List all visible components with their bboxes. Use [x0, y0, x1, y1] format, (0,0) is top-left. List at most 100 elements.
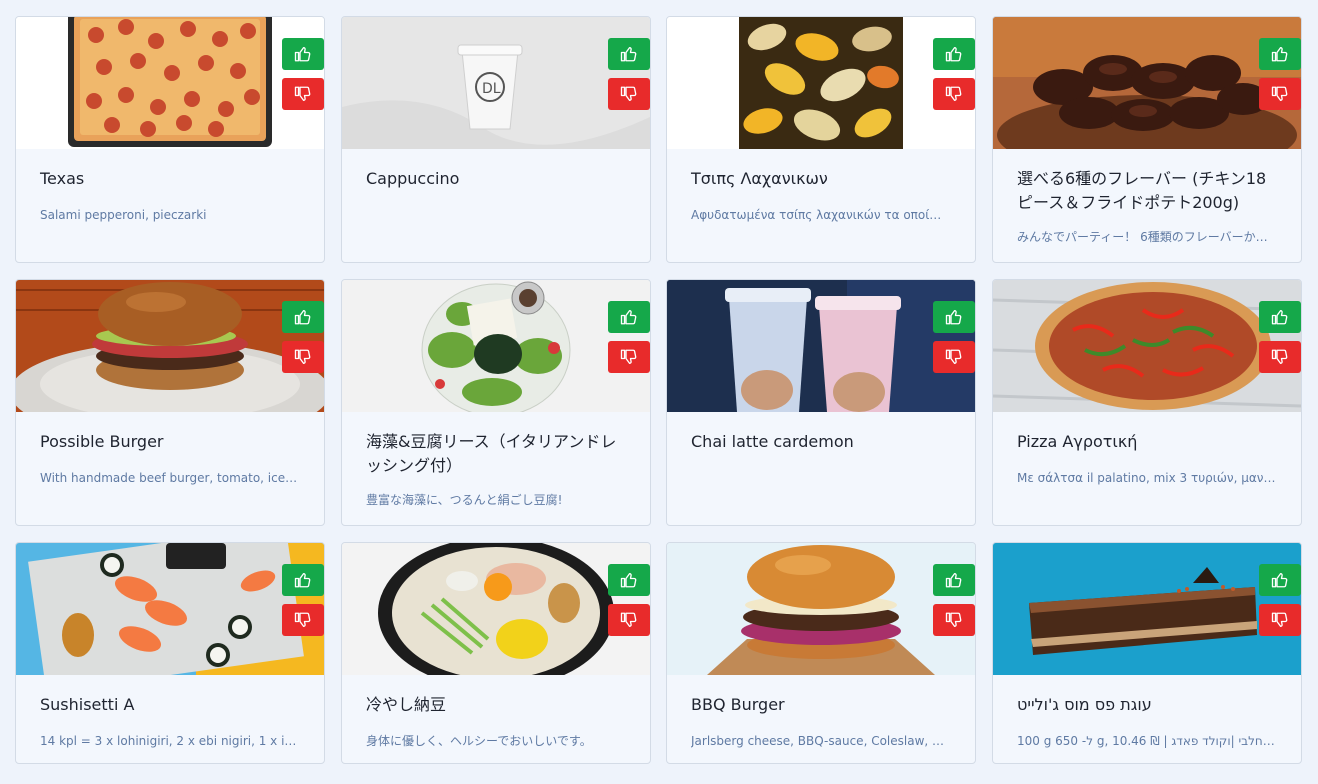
dislike-button[interactable] — [282, 341, 324, 373]
product-image-peppers-pizza — [993, 280, 1301, 412]
product-description: Αφυδατωμένα τσίπς λαχανικών τα οποί… — [691, 208, 942, 222]
product-title: Τσιπς Λαχανικων — [691, 169, 828, 188]
mousse-cake-image — [993, 543, 1301, 675]
like-button[interactable] — [282, 564, 324, 596]
product-card[interactable]: BBQ Burger Jarlsberg cheese, BBQ-sauce, … — [666, 542, 976, 764]
product-title: Pizza Αγροτική — [1017, 432, 1138, 451]
like-button[interactable] — [933, 38, 975, 70]
product-card[interactable]: DL Cappuccino — [341, 16, 651, 263]
dislike-button[interactable] — [608, 78, 650, 110]
sushi-set-image — [16, 543, 324, 675]
thumbs-up-icon — [294, 46, 311, 62]
product-title: 選べる6種のフレーバー (チキン18ピース＆フライドポテト200g) — [1017, 169, 1267, 212]
product-card[interactable]: Pizza Αγροτική Με σάλτσα il palatino, mi… — [992, 279, 1302, 526]
product-description: Jarlsberg cheese, BBQ-sauce, Coleslaw, … — [691, 734, 945, 748]
thumbs-down-icon — [294, 349, 311, 365]
natto-noodles-image — [342, 543, 650, 675]
product-image-pepperoni-pizza — [16, 17, 324, 149]
chicken-wings-image — [993, 17, 1301, 149]
like-button[interactable] — [933, 564, 975, 596]
dislike-button[interactable] — [1259, 604, 1301, 636]
dislike-button[interactable] — [1259, 341, 1301, 373]
product-image-two-cups — [667, 280, 975, 412]
product-card[interactable]: עוגת פס מוס ג'ולייט 100 g ל- 650 g, 10.4… — [992, 542, 1302, 764]
product-card[interactable]: Τσιπς Λαχανικων Αφυδατωμένα τσίπς λαχανι… — [666, 16, 976, 263]
product-card[interactable]: Possible Burger With handmade beef burge… — [15, 279, 325, 526]
pepperoni-pizza-image — [16, 17, 324, 149]
thumbs-down-icon — [1271, 612, 1288, 628]
dislike-button[interactable] — [282, 78, 324, 110]
thumbs-down-icon — [294, 612, 311, 628]
thumbs-up-icon — [294, 309, 311, 325]
product-image-vegetable-chips — [667, 17, 975, 149]
product-card[interactable]: 海藻&豆腐リース（イタリアンドレッシング付） 豊富な海藻に、つるんと絹ごし豆腐! — [341, 279, 651, 526]
thumbs-down-icon — [620, 612, 637, 628]
like-button[interactable] — [1259, 564, 1301, 596]
product-grid: Texas Salami pepperoni, pieczarki DL Cap… — [0, 0, 1318, 784]
thumbs-down-icon — [294, 86, 311, 102]
product-description: Salami pepperoni, pieczarki — [40, 208, 207, 222]
product-image-chicken-wings — [993, 17, 1301, 149]
product-title: Cappuccino — [366, 169, 460, 188]
product-card[interactable]: 選べる6種のフレーバー (チキン18ピース＆フライドポテト200g) みんなでパ… — [992, 16, 1302, 263]
dislike-button[interactable] — [933, 341, 975, 373]
dislike-button[interactable] — [282, 604, 324, 636]
product-image-bbq-burger — [667, 543, 975, 675]
thumbs-up-icon — [1271, 309, 1288, 325]
bbq-burger-image — [667, 543, 975, 675]
like-button[interactable] — [608, 301, 650, 333]
like-button[interactable] — [608, 38, 650, 70]
thumbs-up-icon — [945, 309, 962, 325]
thumbs-up-icon — [620, 46, 637, 62]
thumbs-down-icon — [1271, 349, 1288, 365]
product-title: עוגת פס מוס ג'ולייט — [1017, 695, 1152, 714]
product-image-sushi-set — [16, 543, 324, 675]
product-image-natto-noodles — [342, 543, 650, 675]
thumbs-down-icon — [1271, 86, 1288, 102]
product-image-coffee-cup: DL — [342, 17, 650, 149]
product-title: Sushisetti A — [40, 695, 135, 714]
product-description: 100 g ל- 650 g, 10.46 ₪ | חלבי |וקולד פא… — [1017, 734, 1277, 748]
like-button[interactable] — [1259, 38, 1301, 70]
product-description: 豊富な海藻に、つるんと絹ごし豆腐! — [366, 493, 563, 507]
thumbs-up-icon — [1271, 46, 1288, 62]
like-button[interactable] — [933, 301, 975, 333]
thumbs-up-icon — [620, 572, 637, 588]
dislike-button[interactable] — [933, 78, 975, 110]
product-title: Chai latte cardemon — [691, 432, 854, 451]
thumbs-down-icon — [945, 86, 962, 102]
thumbs-down-icon — [620, 86, 637, 102]
product-card[interactable]: Texas Salami pepperoni, pieczarki — [15, 16, 325, 263]
coffee-cup-image: DL — [342, 17, 650, 149]
dislike-button[interactable] — [933, 604, 975, 636]
product-description: みんなでパーティー！ 6種類のフレーバーか… — [1017, 230, 1268, 244]
like-button[interactable] — [1259, 301, 1301, 333]
product-image-mousse-cake — [993, 543, 1301, 675]
thumbs-down-icon — [945, 612, 962, 628]
dislike-button[interactable] — [1259, 78, 1301, 110]
product-title: Texas — [40, 169, 85, 188]
product-card[interactable]: Sushisetti A 14 kpl = 3 x lohinigiri, 2 … — [15, 542, 325, 764]
dislike-button[interactable] — [608, 341, 650, 373]
product-card[interactable]: 冷やし納豆 身体に優しく、ヘルシーでおいしいです。 — [341, 542, 651, 764]
product-title: 冷やし納豆 — [366, 695, 447, 714]
dislike-button[interactable] — [608, 604, 650, 636]
seaweed-salad-image — [342, 280, 650, 412]
product-description: 14 kpl = 3 x lohinigiri, 2 x ebi nigiri,… — [40, 734, 297, 748]
thumbs-up-icon — [294, 572, 311, 588]
like-button[interactable] — [608, 564, 650, 596]
thumbs-up-icon — [945, 572, 962, 588]
burger-plate-image — [16, 280, 324, 412]
like-button[interactable] — [282, 301, 324, 333]
product-title: 海藻&豆腐リース（イタリアンドレッシング付） — [366, 432, 617, 475]
thumbs-up-icon — [1271, 572, 1288, 588]
like-button[interactable] — [282, 38, 324, 70]
product-card[interactable]: Chai latte cardemon — [666, 279, 976, 526]
product-description: With handmade beef burger, tomato, ice… — [40, 471, 298, 485]
thumbs-down-icon — [945, 349, 962, 365]
thumbs-up-icon — [620, 309, 637, 325]
product-image-seaweed-salad — [342, 280, 650, 412]
vegetable-chips-image — [667, 17, 975, 149]
svg-text:DL: DL — [482, 81, 501, 97]
product-description: 身体に優しく、ヘルシーでおいしいです。 — [366, 734, 592, 748]
